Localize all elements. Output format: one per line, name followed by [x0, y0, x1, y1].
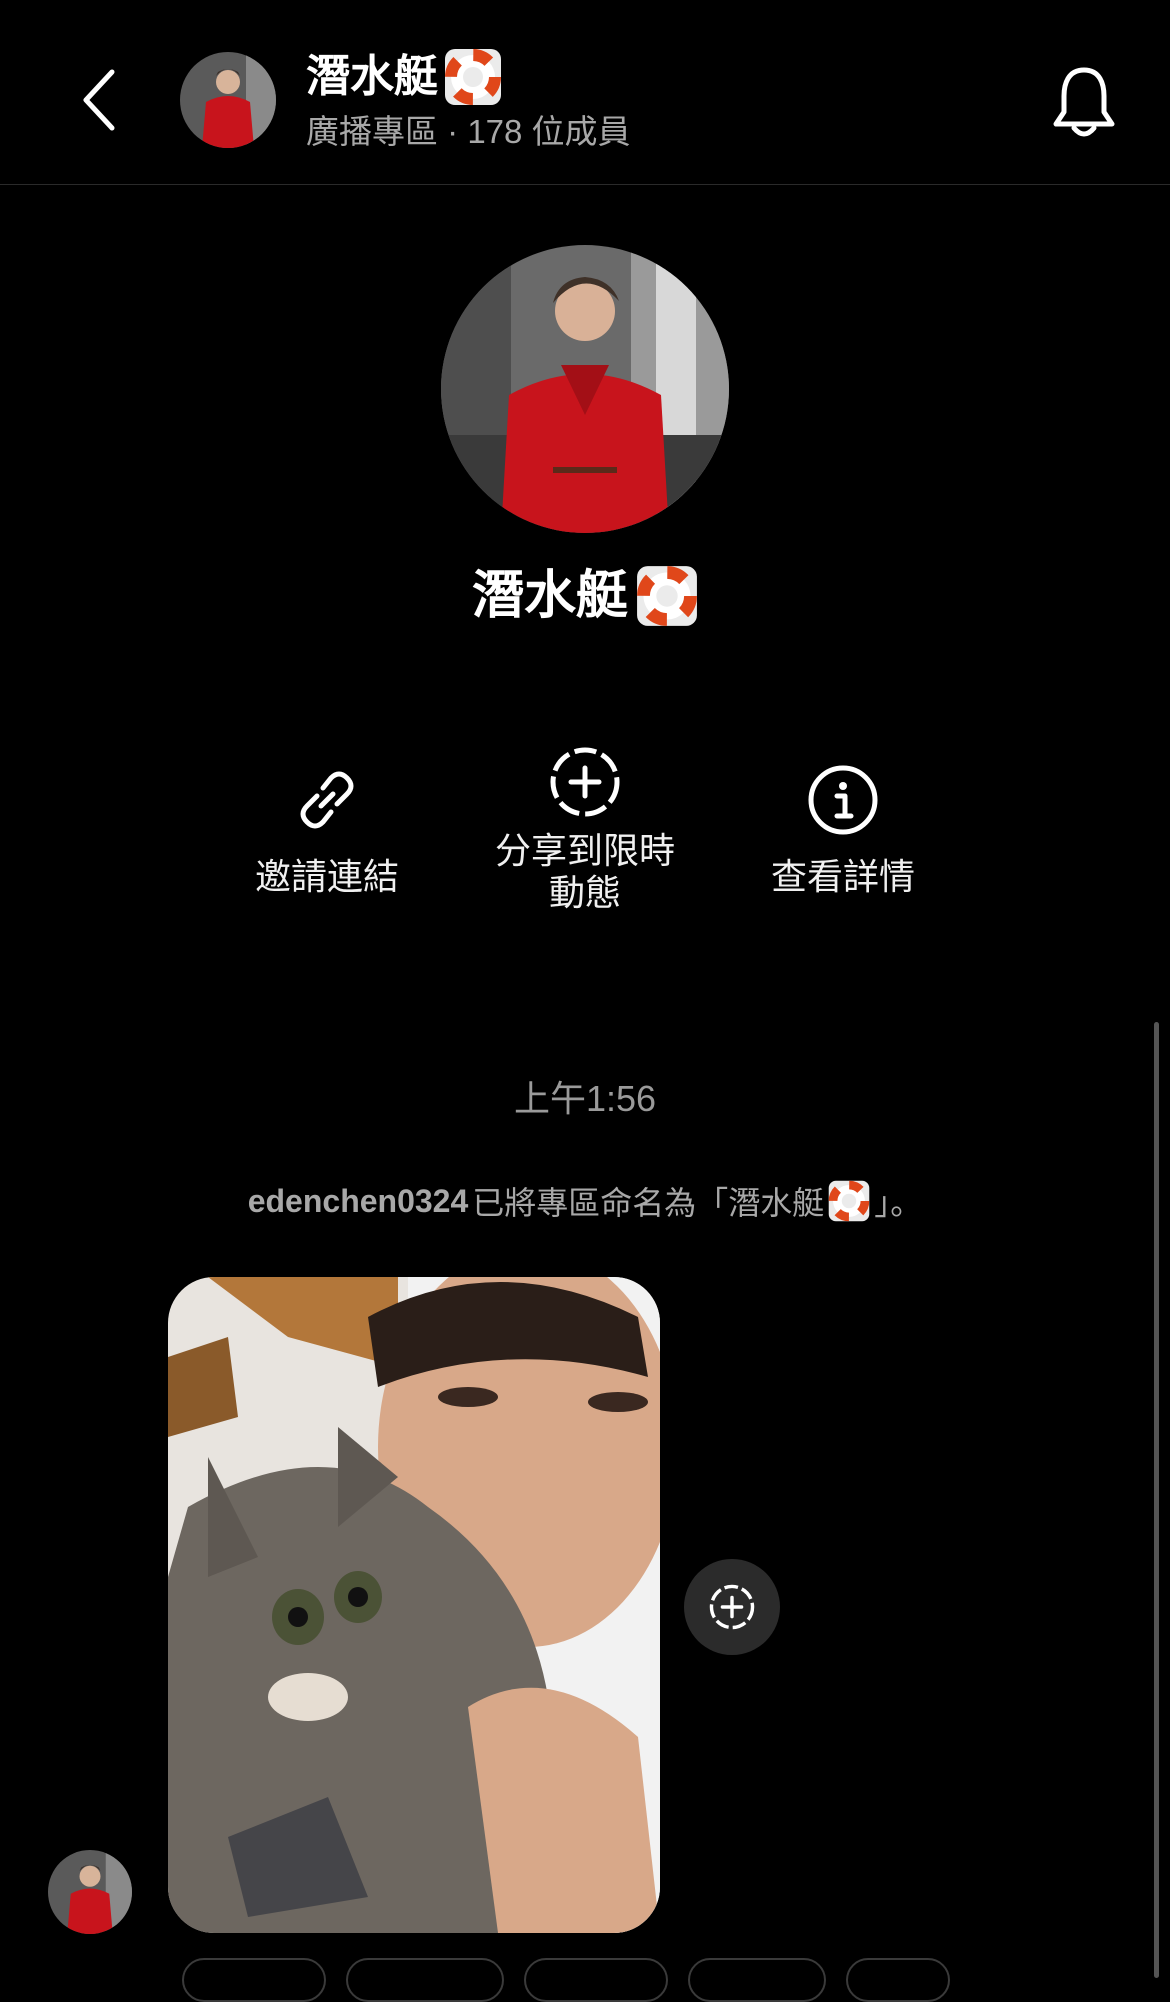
- channel-profile-photo[interactable]: [441, 245, 729, 533]
- view-details-label: 查看詳情: [770, 856, 915, 897]
- reaction-pill[interactable]: [846, 1958, 950, 2002]
- rename-username[interactable]: edenchen0324: [248, 1183, 469, 1220]
- notifications-button[interactable]: [1048, 62, 1120, 142]
- add-story-icon: [550, 747, 620, 817]
- view-details-button[interactable]: 查看詳情: [723, 752, 963, 898]
- share-message-button[interactable]: [684, 1559, 780, 1655]
- share-to-story-button[interactable]: 分享到限時 動態: [465, 734, 705, 914]
- header-title[interactable]: 潛水艇: [306, 48, 906, 106]
- life-ring-icon: [445, 49, 501, 105]
- chevron-left-icon: [83, 69, 115, 131]
- reaction-pill[interactable]: [524, 1958, 668, 2002]
- life-ring-icon: [829, 1180, 870, 1222]
- rename-system-message: edenchen0324 已將專區命名為「潛水艇 」。: [0, 1178, 1170, 1224]
- photo-image: [168, 1277, 660, 1933]
- channel-name-text: 潛水艇: [471, 567, 628, 625]
- invite-link-button[interactable]: 邀請連結: [207, 752, 447, 898]
- rename-text-end: 」。: [874, 1185, 923, 1221]
- reaction-pill[interactable]: [182, 1958, 326, 2002]
- add-story-icon: [709, 1584, 755, 1630]
- chat-header: 潛水艇 廣播專區 · 178 位成員: [0, 0, 1170, 185]
- sender-avatar[interactable]: [48, 1850, 132, 1934]
- scrollbar[interactable]: [1154, 1022, 1159, 1978]
- life-ring-icon: [637, 566, 697, 626]
- link-icon: [300, 771, 354, 829]
- shared-photo-message[interactable]: [168, 1277, 660, 1933]
- channel-avatar[interactable]: [180, 52, 276, 148]
- share-to-story-label-line1: 分享到限時: [494, 830, 675, 871]
- header-title-text: 潛水艇: [306, 52, 438, 101]
- reaction-pill[interactable]: [688, 1958, 826, 2002]
- back-button[interactable]: [66, 62, 130, 138]
- channel-name: 潛水艇: [0, 556, 1170, 636]
- invite-link-label: 邀請連結: [254, 856, 399, 897]
- message-timestamp: 上午1:56: [513, 1078, 657, 1119]
- reaction-pill[interactable]: [346, 1958, 504, 2002]
- share-to-story-label-line2: 動態: [548, 872, 621, 913]
- info-icon: [808, 765, 878, 835]
- bell-icon: [1053, 67, 1115, 137]
- header-subtitle: 廣播專區 · 178 位成員: [306, 113, 631, 150]
- header-title-group: 潛水艇 廣播專區 · 178 位成員: [306, 48, 906, 156]
- rename-text: 已將專區命名為「潛水艇: [472, 1185, 825, 1221]
